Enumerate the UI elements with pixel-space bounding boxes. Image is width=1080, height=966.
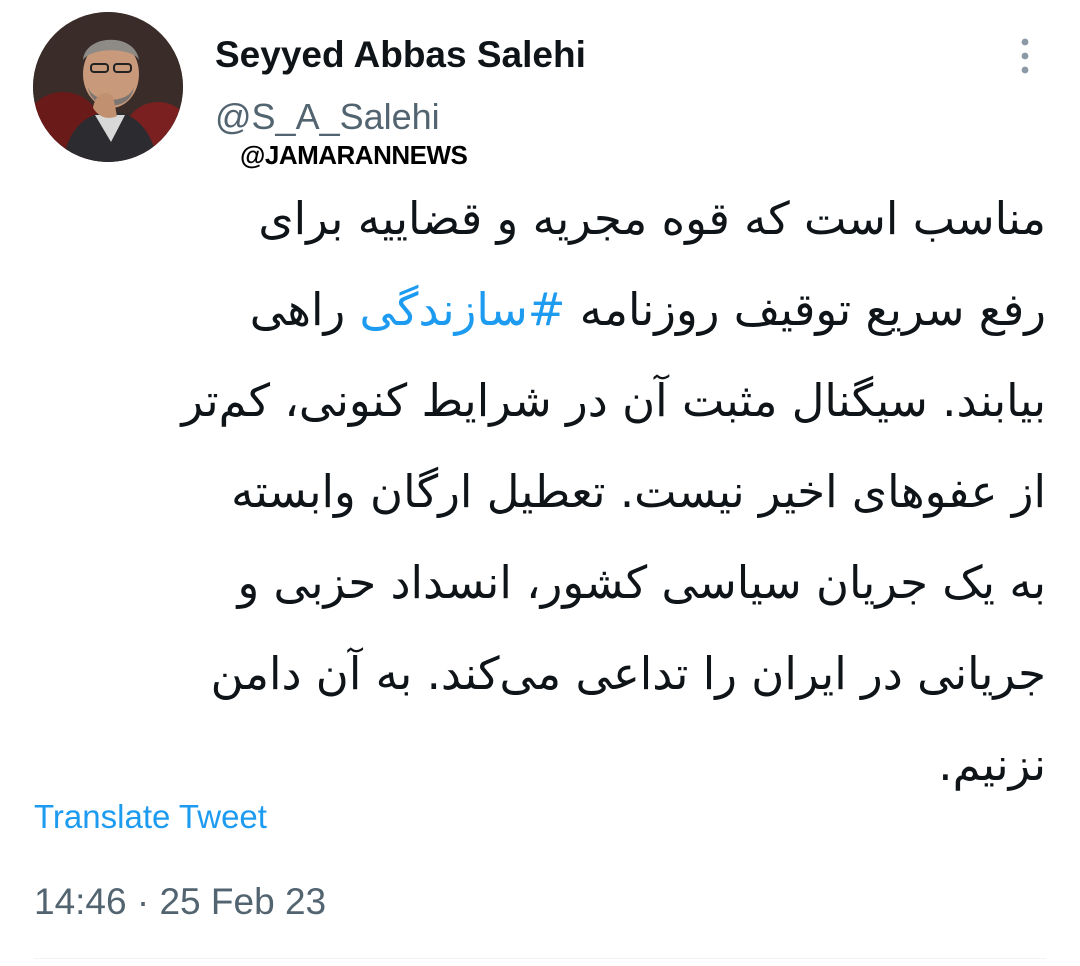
translate-tweet-link[interactable]: Translate Tweet xyxy=(34,798,267,836)
hashtag-link[interactable]: #سازندگی xyxy=(360,283,566,336)
author-avatar[interactable] xyxy=(33,12,183,162)
tweet-line: مناسب است که قوه مجریه و قضاییه برای xyxy=(258,192,1046,245)
profile-photo-icon xyxy=(33,12,183,162)
more-options-button[interactable] xyxy=(1005,34,1045,78)
tweet-line: از عفوهای اخیر نیست. تعطیل ارگان وابسته xyxy=(231,465,1046,518)
news-watermark: @JAMARANNEWS xyxy=(240,140,468,170)
tweet-line: نزنیم. xyxy=(938,738,1046,791)
author-display-name[interactable]: Seyyed Abbas Salehi xyxy=(215,34,586,76)
divider xyxy=(34,958,1046,959)
tweet-text: مناسب است که قوه مجریه و قضاییه برای رفع… xyxy=(34,173,1046,810)
author-handle[interactable]: @S_A_Salehi xyxy=(215,96,440,138)
tweet-line: به یک جریان سیاسی کشور، انسداد حزبی و xyxy=(237,556,1046,609)
tweet-line-end: راهی xyxy=(249,283,360,336)
more-dots-icon xyxy=(1021,38,1029,74)
tweet-line: بیابند. سیگنال مثبت آن در شرایط کنونی، ک… xyxy=(181,374,1046,427)
tweet-card: Seyyed Abbas Salehi @S_A_Salehi @JAMARAN… xyxy=(0,0,1080,966)
tweet-line-start: رفع سریع توقیف روزنامه xyxy=(565,283,1046,336)
tweet-line: رفع سریع توقیف روزنامه #سازندگی راهی xyxy=(34,264,1046,355)
tweet-line: جریانی در ایران را تداعی می‌کند. به آن د… xyxy=(210,647,1046,700)
tweet-timestamp[interactable]: 14:46 · 25 Feb 23 xyxy=(34,881,326,923)
